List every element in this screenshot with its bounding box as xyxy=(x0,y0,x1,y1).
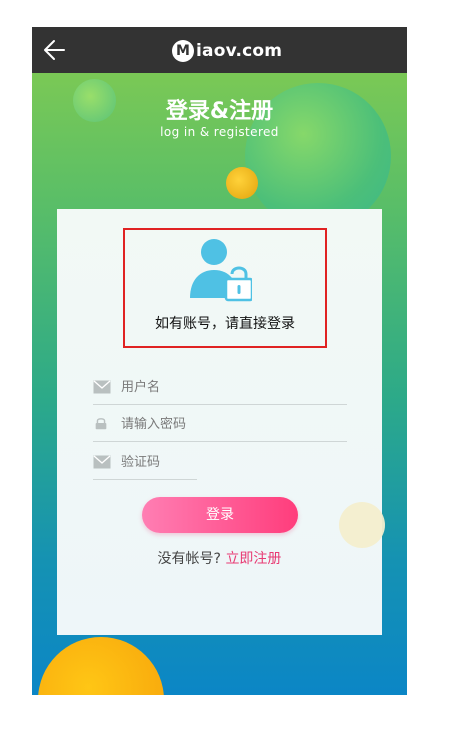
mail-icon xyxy=(93,455,111,469)
phone-screen: M iaov.com 登录&注册 log in & registered 如有账… xyxy=(32,27,407,695)
login-card: 如有账号，请直接登录 登录 没有帐号? 立即注册 xyxy=(57,209,382,635)
password-field xyxy=(93,406,347,442)
register-link[interactable]: 立即注册 xyxy=(225,551,281,567)
lock-icon xyxy=(95,418,107,430)
decor-bubble xyxy=(38,637,164,695)
captcha-field xyxy=(93,444,201,480)
mail-icon xyxy=(93,380,111,394)
register-prompt: 没有帐号? xyxy=(157,551,221,567)
page-subtitle: log in & registered xyxy=(160,125,279,139)
logo-mark: M xyxy=(172,40,194,62)
logo-text: iaov.com xyxy=(196,41,283,61)
login-hint: 如有账号，请直接登录 xyxy=(155,316,295,332)
password-input[interactable] xyxy=(121,410,341,438)
login-button[interactable]: 登录 xyxy=(142,497,298,533)
user-lock-icon xyxy=(190,239,252,302)
back-button[interactable] xyxy=(40,35,70,65)
top-bar: M iaov.com xyxy=(32,27,407,73)
arrow-left-icon xyxy=(44,40,65,60)
site-logo: M iaov.com xyxy=(172,38,282,64)
decor-bubble xyxy=(339,502,385,548)
username-field xyxy=(93,369,347,405)
username-input[interactable] xyxy=(121,373,341,401)
register-line: 没有帐号? 立即注册 xyxy=(57,548,382,568)
captcha-input[interactable] xyxy=(121,448,201,476)
decor-bubble xyxy=(226,167,258,199)
page-title: 登录&注册 xyxy=(165,99,274,124)
